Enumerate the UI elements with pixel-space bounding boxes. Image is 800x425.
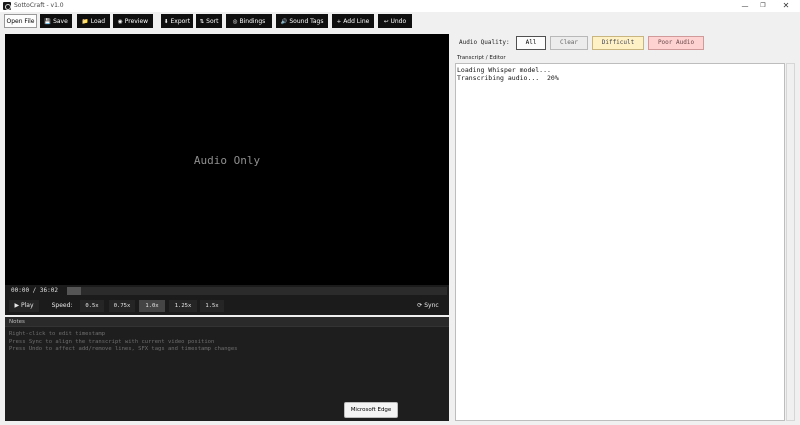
transcript-editor[interactable]: Loading Whisper model... Transcribing au… — [455, 63, 785, 421]
timeline: 00:00 / 36:02 — [5, 285, 449, 297]
audio-only-label: Audio Only — [193, 154, 261, 167]
open-file-label: Open File — [6, 18, 35, 25]
undo-button[interactable]: ↩ Undo — [378, 14, 412, 28]
window-title: SottoCraft - v1.0 — [14, 2, 64, 9]
playback-controls: ▶ Play Speed: 0.5x 0.75x 1.0x 1.25x 1.5x… — [5, 297, 449, 315]
bindings-button[interactable]: ◎ Bindings — [226, 14, 272, 28]
preview-label: Preview — [124, 18, 149, 25]
taskbar-tooltip: Microsoft Edge — [344, 402, 398, 418]
export-button[interactable]: ⬇ Export — [161, 14, 193, 28]
load-label: Load — [90, 18, 106, 25]
speaker-icon: 🔊 — [280, 19, 288, 25]
sound-tags-button[interactable]: 🔊 Sound Tags — [276, 14, 328, 28]
time-readout: 00:00 / 36:02 — [11, 287, 58, 294]
sort-button[interactable]: ⇅ Sort — [196, 14, 222, 28]
title-bar: SottoCraft - v1.0 — ❐ ✕ — [0, 0, 800, 12]
quality-difficult-button[interactable]: Difficult — [592, 36, 644, 50]
audio-quality-bar: Audio Quality: All Clear Difficult Poor … — [453, 34, 795, 52]
timeline-slider[interactable] — [67, 287, 447, 295]
editor-line: Loading Whisper model... — [457, 66, 551, 74]
notes-body: Right-click to edit timestamp Press Sync… — [9, 331, 439, 354]
export-label: Export — [170, 18, 191, 25]
undo-label: Undo — [390, 18, 407, 25]
toolbar: Open File 💾 Save 📁 Load ◉ Preview ⬇ Export ⇅… — [0, 12, 800, 32]
editor-line: Transcribing audio... 20% — [457, 74, 559, 82]
plus-icon: + — [336, 19, 342, 25]
notes-title: Notes — [9, 319, 25, 325]
preview-icon: ◉ — [117, 19, 123, 25]
editor-label: Transcript / Editor — [457, 55, 506, 61]
bindings-label: Bindings — [239, 18, 266, 25]
speed-1-5-button[interactable]: 1.5x — [200, 300, 224, 312]
audio-quality-label: Audio Quality: — [459, 39, 510, 46]
load-button[interactable]: 📁 Load — [77, 14, 110, 28]
speed-label: Speed: — [51, 302, 73, 309]
speed-1-0-button[interactable]: 1.0x — [139, 300, 165, 312]
note-line: Press Undo to affect add/remove lines, S… — [9, 346, 238, 352]
sync-button[interactable]: ⟳ Sync — [410, 300, 446, 312]
save-icon: 💾 — [44, 19, 52, 25]
video-area[interactable]: Audio Only — [5, 34, 449, 285]
quality-poor-audio-button[interactable]: Poor Audio — [648, 36, 704, 50]
speed-0-5-button[interactable]: 0.5x — [80, 300, 104, 312]
quality-all-button[interactable]: All — [516, 36, 546, 50]
add-line-label: Add Line — [343, 18, 370, 25]
save-button[interactable]: 💾 Save — [40, 14, 72, 28]
notes-header: Notes — [5, 317, 449, 327]
sort-label: Sort — [206, 18, 219, 25]
quality-clear-button[interactable]: Clear — [550, 36, 588, 50]
undo-icon: ↩ — [383, 19, 389, 25]
restore-button[interactable]: ❐ — [752, 0, 774, 12]
save-label: Save — [53, 18, 68, 25]
app-logo-icon — [3, 2, 11, 10]
sort-icon: ⇅ — [199, 19, 205, 25]
editor-scrollbar[interactable] — [786, 63, 795, 421]
close-button[interactable]: ✕ — [775, 0, 797, 12]
add-line-button[interactable]: + Add Line — [332, 14, 374, 28]
preview-button[interactable]: ◉ Preview — [113, 14, 153, 28]
folder-icon: 📁 — [81, 19, 89, 25]
open-file-button[interactable]: Open File — [4, 14, 37, 28]
editor-text: Loading Whisper model... Transcribing au… — [457, 66, 559, 82]
export-icon: ⬇ — [163, 19, 169, 25]
speed-1-25-button[interactable]: 1.25x — [169, 300, 197, 312]
bindings-icon: ◎ — [232, 19, 238, 25]
timeline-handle[interactable] — [67, 287, 81, 295]
sound-tags-label: Sound Tags — [289, 18, 324, 25]
speed-0-75-button[interactable]: 0.75x — [109, 300, 135, 312]
note-line: Right-click to edit timestamp — [9, 331, 106, 337]
play-button[interactable]: ▶ Play — [9, 300, 39, 312]
note-line: Press Sync to align the transcript with … — [9, 338, 215, 345]
